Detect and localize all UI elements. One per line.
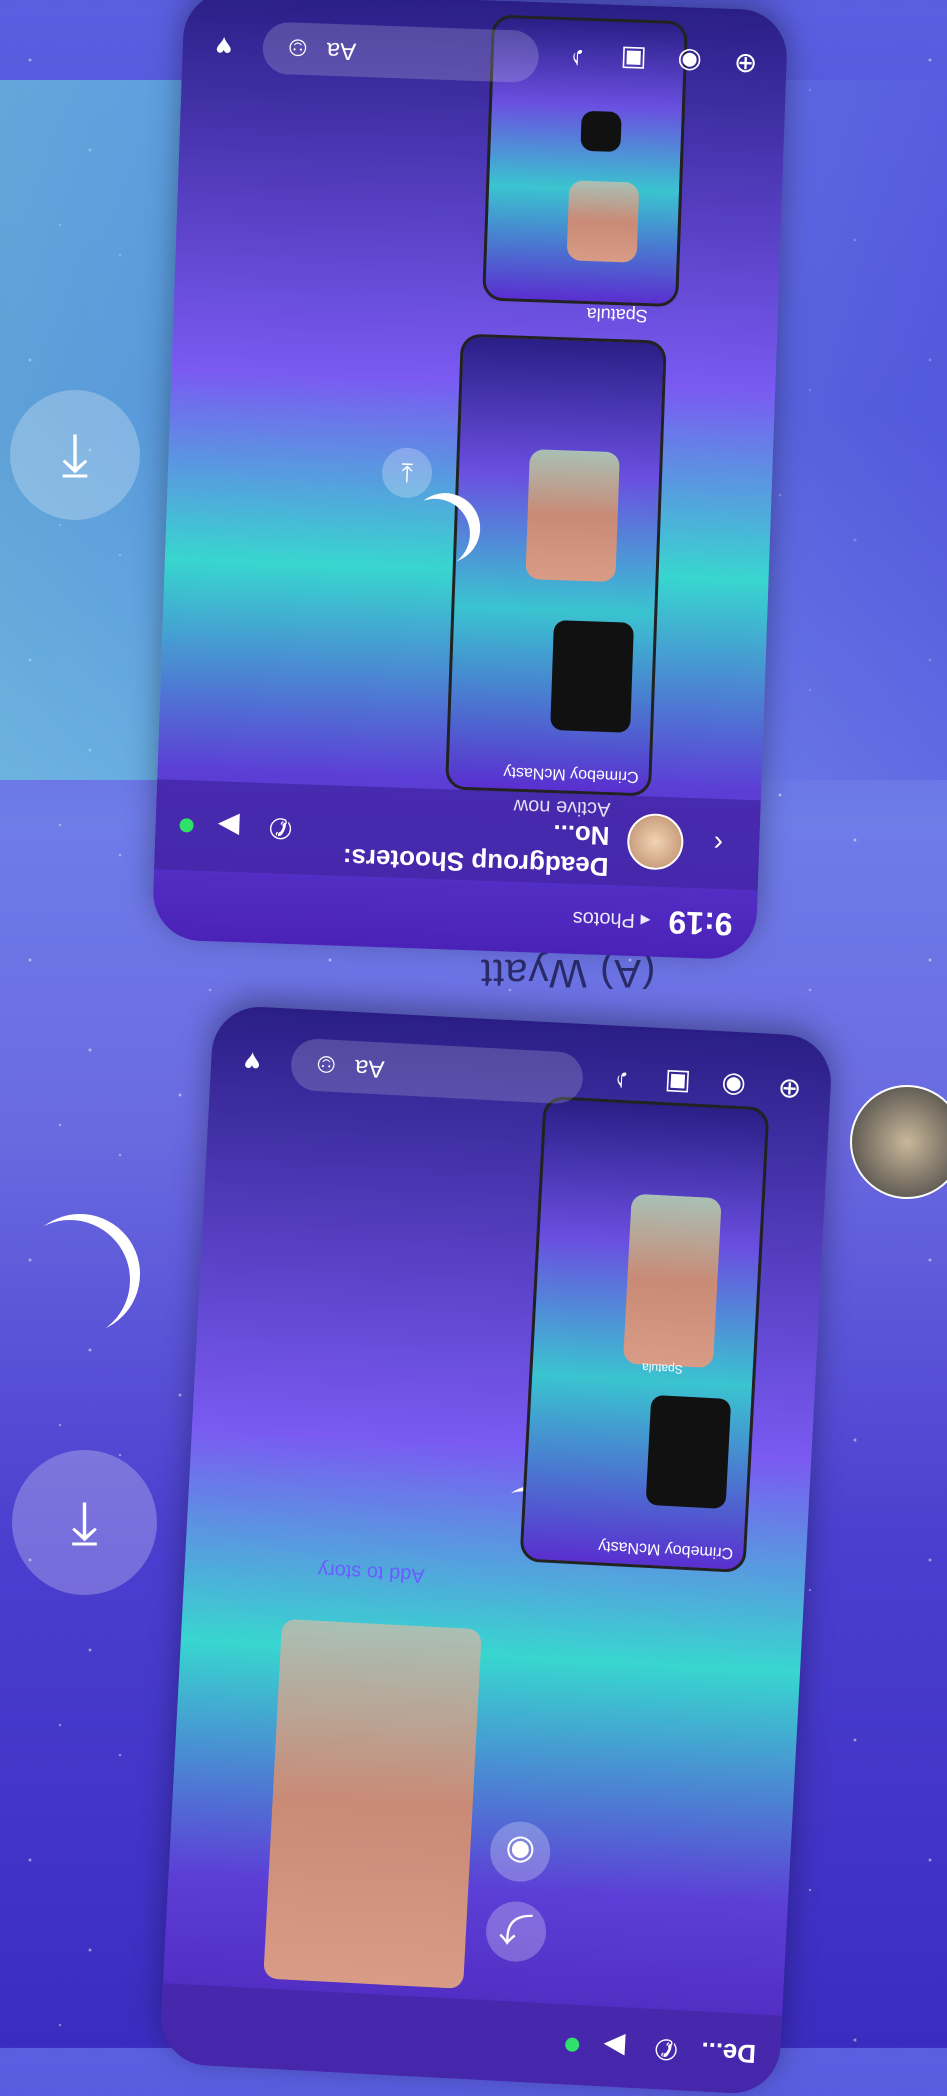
inner-photo	[566, 180, 640, 263]
contact-name-label: (A) Wyatt	[480, 951, 656, 995]
image-icon[interactable]: ▣	[616, 43, 651, 78]
video-icon[interactable]: ▶	[596, 2029, 632, 2065]
camera-icon[interactable]: ◉	[716, 1069, 752, 1105]
message-placeholder: Aa	[326, 36, 357, 65]
group-avatar[interactable]	[626, 812, 685, 871]
phone-icon[interactable]: ✆	[648, 2032, 684, 2068]
chat-title[interactable]: Deadgroup Shooters: No...	[314, 810, 610, 883]
status-time: 9:19	[667, 904, 734, 943]
inner-photo	[525, 449, 620, 583]
phone-screenshot-1: 9:19 ◂ Photos ‹ Deadgroup Shooters: No..…	[151, 0, 789, 961]
emoji-icon[interactable]: ☺	[280, 31, 315, 66]
online-dot	[179, 818, 194, 833]
inner-sender-name: Crimeboy McNasty	[597, 1537, 734, 1562]
inner-dark-image	[645, 1394, 732, 1509]
message-placeholder: Aa	[354, 1053, 386, 1083]
shared-screenshot-c[interactable]: Crimeboy McNasty Spatula	[519, 1095, 770, 1574]
message-composer: ⊕ ◉ ▣ ♪ Aa ☺ ♥	[206, 11, 764, 100]
like-icon[interactable]: ♥	[206, 29, 241, 64]
chat-header: De... ✆ ▶	[158, 1983, 783, 2096]
image-icon[interactable]: ▣	[660, 1066, 696, 1102]
message-composer: ⊕ ◉ ▣ ♪ Aa ☺ ♥	[233, 1026, 808, 1126]
like-icon[interactable]: ♥	[234, 1044, 270, 1080]
message-input[interactable]: Aa ☺	[261, 21, 540, 84]
online-dot	[564, 2037, 580, 2053]
phone-screenshot-2: De... ✆ ▶ ⤴ ◉ Add to story Crimeboy McNa…	[158, 1004, 834, 2096]
download-icon: ⤓	[61, 421, 89, 488]
share-button[interactable]: ⤴	[484, 1900, 548, 1964]
more-icon[interactable]: ⊕	[728, 47, 763, 82]
camera-button[interactable]: ◉	[488, 1820, 552, 1884]
download-button-small[interactable]: ⤓	[381, 446, 433, 499]
moon-decoration	[10, 1220, 130, 1340]
message-input[interactable]: Aa ☺	[289, 1037, 585, 1105]
video-icon[interactable]: ▶	[211, 809, 246, 844]
inner-sender-name: Crimeboy McNasty	[503, 763, 639, 786]
mic-icon[interactable]: ♪	[604, 1063, 640, 1099]
inner-dark-image	[550, 620, 634, 733]
chat-title[interactable]: De...	[700, 2036, 756, 2070]
back-chevron-icon[interactable]: ‹	[701, 826, 736, 861]
inner-sender-spatula: Spatula	[641, 1360, 684, 1377]
inner-photo	[622, 1193, 722, 1369]
inner-dark-image	[580, 110, 622, 153]
shared-screenshot-a[interactable]: Crimeboy McNasty	[445, 333, 667, 797]
back-to-photos[interactable]: ◂ Photos	[572, 906, 651, 934]
sender-label-spatula: Spatula	[586, 303, 649, 327]
shared-photo[interactable]	[263, 1618, 482, 1989]
add-to-story-button[interactable]: Add to story	[317, 1558, 425, 1587]
emoji-icon[interactable]: ☺	[308, 1048, 344, 1084]
phone-icon[interactable]: ✆	[263, 811, 298, 846]
mic-icon[interactable]: ♪	[560, 41, 595, 76]
download-button-top[interactable]: ⤓	[10, 390, 140, 520]
download-icon: ⤓	[71, 1488, 98, 1556]
more-icon[interactable]: ⊕	[772, 1072, 808, 1108]
download-button-bottom[interactable]: ⤓	[12, 1450, 157, 1595]
camera-icon[interactable]: ◉	[672, 45, 707, 80]
